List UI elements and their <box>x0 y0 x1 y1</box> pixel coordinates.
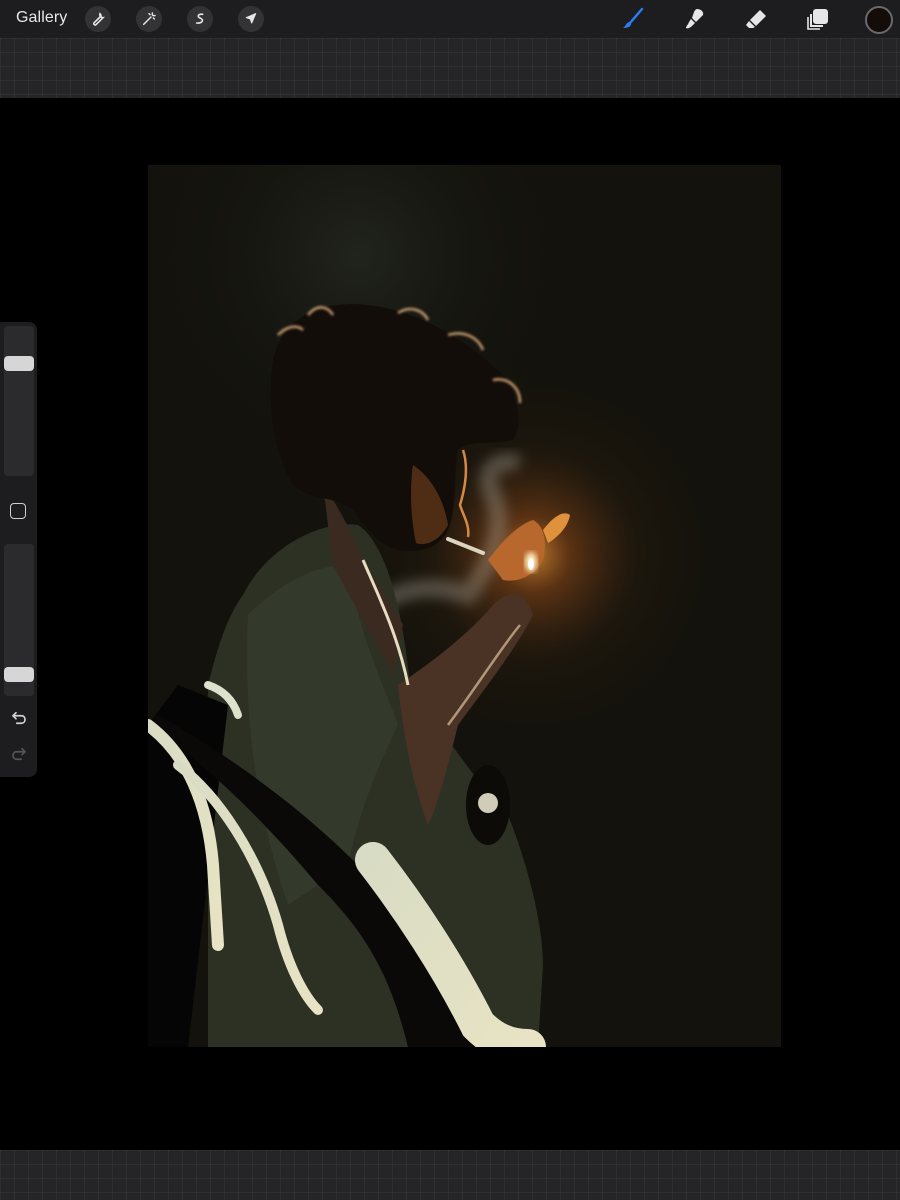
undo-button[interactable] <box>8 707 30 729</box>
eraser-icon <box>746 10 766 28</box>
selection-button[interactable] <box>187 6 213 32</box>
drawing-canvas[interactable] <box>148 165 781 1047</box>
undo-icon <box>12 711 26 725</box>
redo-button[interactable] <box>8 743 30 765</box>
actions-button[interactable] <box>85 6 111 32</box>
paint-brush-button[interactable] <box>619 5 647 33</box>
eraser-button[interactable] <box>742 5 770 33</box>
brush-opacity-slider[interactable] <box>4 544 34 696</box>
brush-opacity-thumb[interactable] <box>4 667 34 683</box>
magic-wand-icon <box>142 12 156 26</box>
color-swatch[interactable] <box>865 6 893 34</box>
arrow-cursor-icon <box>245 13 257 24</box>
selection-icon <box>195 13 204 24</box>
brush-icon <box>623 7 644 28</box>
redo-icon <box>12 747 26 761</box>
procreate-app: Gallery <box>0 0 900 1200</box>
artwork-painting <box>148 165 781 1047</box>
smudge-button[interactable] <box>681 5 709 33</box>
brush-sidebar <box>0 322 37 777</box>
brush-size-slider[interactable] <box>4 326 34 476</box>
adjustments-button[interactable] <box>136 6 162 32</box>
wrench-icon <box>93 12 106 26</box>
top-toolbar: Gallery <box>0 0 900 38</box>
layers-button[interactable] <box>804 5 832 33</box>
transform-button[interactable] <box>238 6 264 32</box>
modify-button[interactable] <box>10 503 26 519</box>
layers-icon <box>807 9 828 30</box>
workspace-grid-top <box>0 38 900 98</box>
workspace-grid-bottom <box>0 1150 900 1200</box>
brush-size-thumb[interactable] <box>4 355 34 371</box>
gallery-button[interactable]: Gallery <box>16 9 67 27</box>
smudge-icon <box>686 9 704 29</box>
